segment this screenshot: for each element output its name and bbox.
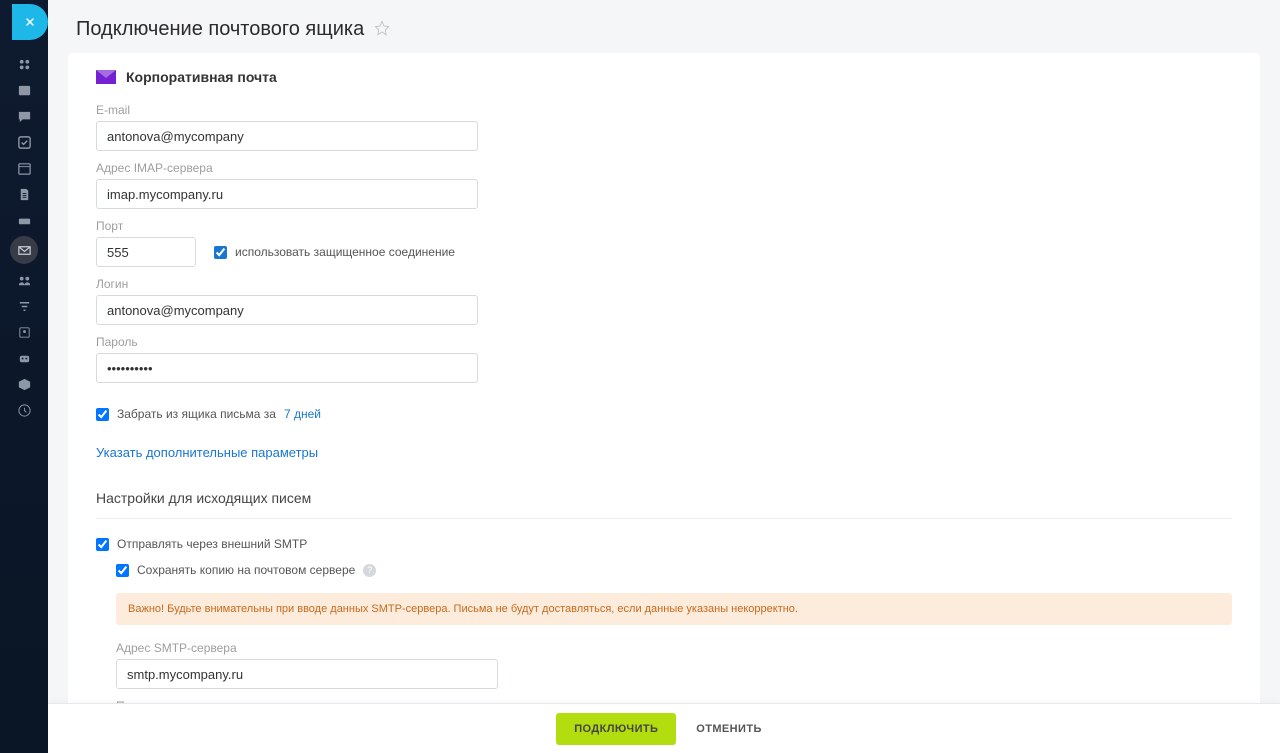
save-copy-row[interactable]: Сохранять копию на почтовом сервере ? xyxy=(116,563,1232,577)
nav-feed-icon[interactable] xyxy=(10,80,38,100)
nav-calendar-icon[interactable] xyxy=(10,158,38,178)
nav-docs-icon[interactable] xyxy=(10,184,38,204)
advanced-params-link[interactable]: Указать дополнительные параметры xyxy=(96,445,318,460)
port-label: Порт xyxy=(96,219,1232,233)
nav-mail-icon[interactable] xyxy=(10,236,38,264)
smtp-server-input[interactable] xyxy=(116,659,498,689)
login-input[interactable] xyxy=(96,295,478,325)
outgoing-section-title: Настройки для исходящих писем xyxy=(96,490,1232,519)
password-label: Пароль xyxy=(96,335,1232,349)
cancel-button[interactable]: ОТМЕНИТЬ xyxy=(686,713,771,745)
nav-chat-icon[interactable] xyxy=(10,106,38,126)
imap-server-input[interactable] xyxy=(96,179,478,209)
imap-port-input[interactable] xyxy=(96,237,196,267)
smtp-warning: Важно! Будьте внимательны при вводе данн… xyxy=(116,593,1232,625)
password-input[interactable] xyxy=(96,353,478,383)
nav-drive-icon[interactable] xyxy=(10,210,38,230)
favorite-star-icon[interactable] xyxy=(374,20,390,39)
fetch-history-label: Забрать из ящика письма за xyxy=(117,407,276,421)
nav-filter-icon[interactable] xyxy=(10,296,38,316)
secure-connection-row[interactable]: использовать защищенное соединение xyxy=(214,245,455,259)
save-copy-checkbox[interactable] xyxy=(116,564,129,577)
secure-connection-checkbox[interactable] xyxy=(214,246,227,259)
fetch-period-link[interactable]: 7 дней xyxy=(284,407,321,421)
mailbox-form-card: Корпоративная почта E-mail Адрес IMAP-се… xyxy=(68,53,1260,753)
nav-activity-icon[interactable] xyxy=(10,54,38,74)
nav-time-icon[interactable] xyxy=(10,400,38,420)
nav-contacts-icon[interactable] xyxy=(10,322,38,342)
smtp-server-label: Адрес SMTP-сервера xyxy=(116,641,1232,655)
secure-connection-label: использовать защищенное соединение xyxy=(235,245,455,259)
nav-bot-icon[interactable] xyxy=(10,348,38,368)
section-title: Корпоративная почта xyxy=(126,69,277,85)
connect-button[interactable]: ПОДКЛЮЧИТЬ xyxy=(556,713,676,745)
envelope-icon xyxy=(96,70,116,84)
nav-groups-icon[interactable] xyxy=(10,270,38,290)
save-copy-label: Сохранять копию на почтовом сервере xyxy=(137,563,355,577)
close-panel-button[interactable] xyxy=(12,4,48,40)
imap-label: Адрес IMAP-сервера xyxy=(96,161,1232,175)
smtp-external-checkbox[interactable] xyxy=(96,538,109,551)
smtp-external-row[interactable]: Отправлять через внешний SMTP xyxy=(96,537,1232,551)
action-bar: ПОДКЛЮЧИТЬ ОТМЕНИТЬ xyxy=(48,703,1280,753)
page-title: Подключение почтового ящика xyxy=(76,18,364,41)
info-icon[interactable]: ? xyxy=(363,564,376,577)
nav-tasks-icon[interactable] xyxy=(10,132,38,152)
nav-box-icon[interactable] xyxy=(10,374,38,394)
fetch-history-checkbox[interactable] xyxy=(96,408,109,421)
sidebar-nav: ? xyxy=(0,0,48,753)
smtp-external-label: Отправлять через внешний SMTP xyxy=(117,537,307,551)
email-input[interactable] xyxy=(96,121,478,151)
email-label: E-mail xyxy=(96,103,1232,117)
login-label: Логин xyxy=(96,277,1232,291)
